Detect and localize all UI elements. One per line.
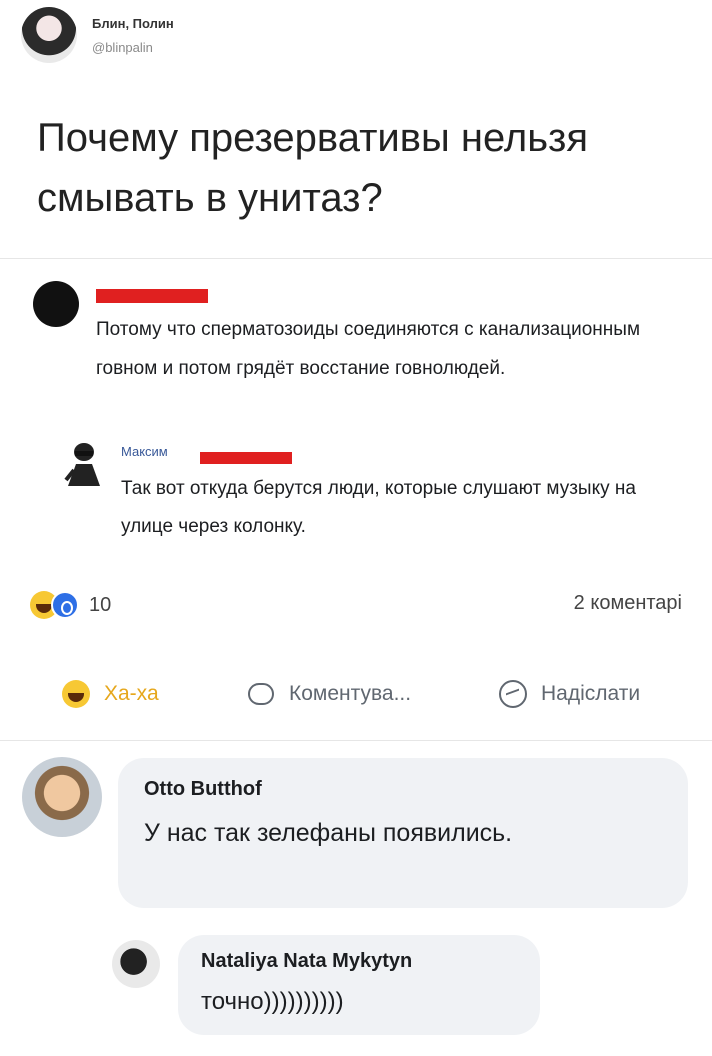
comments-count[interactable]: 2 коментарі — [574, 592, 682, 615]
wow-reaction-icon — [51, 591, 79, 619]
share-label: Надіслати — [541, 682, 641, 705]
commenter-avatar[interactable] — [33, 281, 79, 327]
redacted-name — [96, 289, 208, 303]
reply-text: точно)))))))))) — [201, 988, 344, 1015]
tweet-card: Блин, Полин @blinpalin Почему презервати… — [0, 0, 712, 250]
reply-avatar[interactable] — [62, 440, 104, 488]
reply-text: Так вот откуда берутся люди, которые слу… — [121, 478, 636, 537]
reply-author[interactable]: Максим — [121, 444, 168, 459]
haha-button[interactable]: Ха-ха — [60, 672, 159, 716]
comment-author[interactable]: Otto Butthof — [144, 778, 262, 801]
divider — [0, 740, 712, 741]
haha-label: Ха-ха — [104, 682, 159, 705]
reply-author[interactable]: Nataliya Nata Mykytyn — [201, 950, 412, 973]
comment-label: Коментува... — [289, 682, 412, 705]
share-button[interactable]: Надіслати — [497, 672, 640, 716]
redacted-name — [200, 452, 292, 464]
author-handle[interactable]: @blinpalin — [92, 40, 153, 55]
divider — [0, 258, 712, 259]
post-actions: Ха-ха Коментува... Надіслати — [0, 672, 712, 716]
reactions-summary[interactable]: 10 — [30, 589, 111, 621]
author-name[interactable]: Блин, Полин — [92, 16, 174, 31]
reactions-count: 10 — [89, 593, 112, 616]
comment-button[interactable]: Коментува... — [245, 672, 411, 716]
comment-text: У нас так зелефаны появились. — [144, 819, 513, 847]
tweet-text: Почему презервативы нельзя смывать в уни… — [37, 116, 589, 220]
author-avatar[interactable] — [21, 7, 77, 63]
comment-text: Потому что сперматозоиды соединяются с к… — [96, 319, 641, 379]
messenger-icon — [497, 678, 529, 710]
comment-bubble-icon — [245, 678, 277, 710]
comment-avatar[interactable] — [22, 757, 102, 837]
haha-icon — [60, 678, 92, 710]
reply-avatar[interactable] — [112, 940, 160, 988]
